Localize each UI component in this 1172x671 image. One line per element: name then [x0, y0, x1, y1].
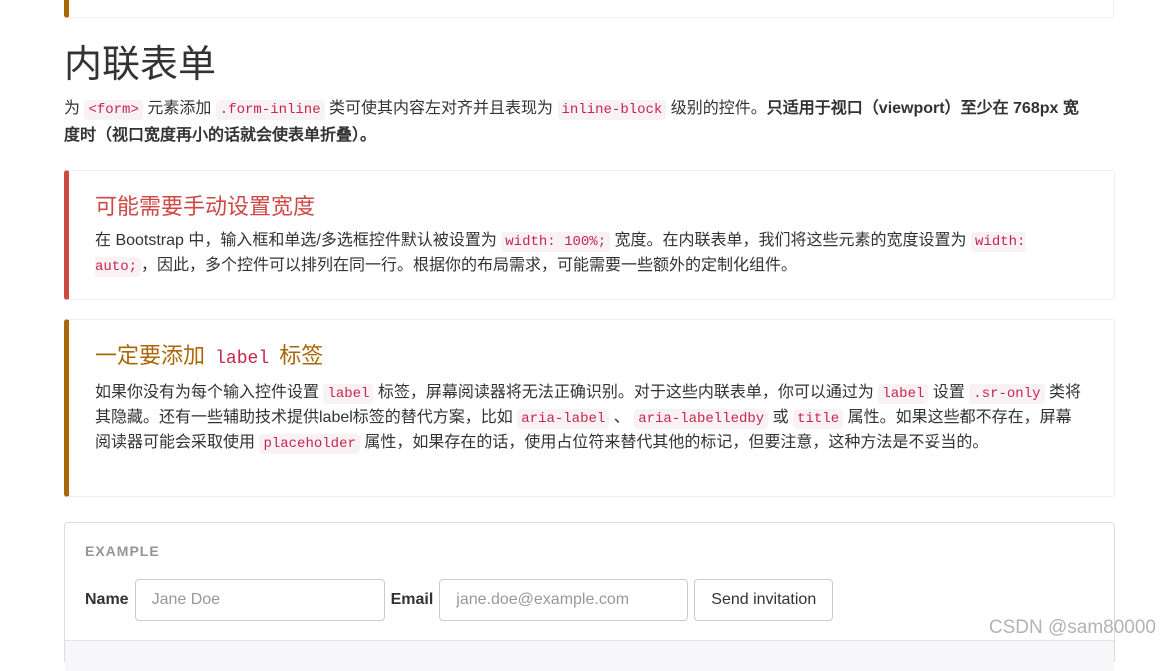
- callout-warning-code-3: .sr-only: [969, 384, 1045, 404]
- callout-warning-code-7: placeholder: [259, 434, 360, 454]
- send-invitation-button[interactable]: Send invitation: [694, 579, 834, 621]
- intro-code-form-inline: .form-inline: [215, 100, 325, 120]
- callout-warning-code-6: title: [793, 409, 844, 429]
- callout-warning-text-2: 标签，屏幕阅读器将无法正确识别。对于这些内联表单，你可以通过为: [373, 384, 879, 401]
- callout-width-warning: 可能需要手动设置宽度 在 Bootstrap 中，输入框和单选/多选框控件默认被…: [64, 170, 1115, 300]
- callout-warning-text-8: 属性，如果存在的话，使用占位符来替代其他的标记，但要注意，这种方法是不妥当的。: [359, 434, 989, 451]
- example-label: EXAMPLE: [85, 543, 160, 559]
- inline-form: Name Email Send invitation: [85, 579, 834, 621]
- callout-warning-code-2: label: [878, 384, 929, 404]
- intro-code-form: <form>: [84, 100, 143, 120]
- callout-label-warning: 一定要添加 label 标签 如果你没有为每个输入控件设置 label 标签，屏…: [64, 319, 1115, 497]
- callout-warning-body: 如果你没有为每个输入控件设置 label 标签，屏幕阅读器将无法正确识别。对于这…: [95, 381, 1084, 456]
- callout-warning-title-pre: 一定要添加: [95, 343, 212, 368]
- callout-danger-body: 在 Bootstrap 中，输入框和单选/多选框控件默认被设置为 width: …: [95, 229, 1084, 279]
- callout-danger-text-1: 在 Bootstrap 中，输入框和单选/多选框控件默认被设置为: [95, 232, 502, 249]
- section-title: 内联表单: [64, 44, 217, 86]
- example-box: EXAMPLE Name Email Send invitation: [64, 522, 1115, 671]
- email-input[interactable]: [439, 579, 689, 621]
- callout-warning-code-5: aria-labelledby: [634, 409, 769, 429]
- callout-warning-text-3: 设置: [928, 384, 970, 401]
- callout-warning-text-5: 、: [609, 409, 635, 426]
- callout-warning-text-1: 如果你没有为每个输入控件设置: [95, 384, 324, 401]
- callout-warning-title-post: 标签: [273, 343, 324, 368]
- callout-warning-title: 一定要添加 label 标签: [95, 340, 1084, 375]
- callout-warning-code-4: aria-label: [517, 409, 610, 429]
- name-label: Name: [85, 591, 129, 608]
- intro-text-2: 元素添加: [142, 100, 216, 117]
- section-intro: 为 <form> 元素添加 .form-inline 类可使其内容左对齐并且表现…: [64, 96, 1094, 148]
- callout-warning-code-1: label: [323, 384, 374, 404]
- callout-danger-title: 可能需要手动设置宽度: [95, 194, 316, 219]
- intro-text-4: 级别的控件。: [666, 100, 767, 117]
- email-label: Email: [390, 591, 434, 608]
- callout-danger-text-3: ，因此，多个控件可以排列在同一行。根据你的布局需求，可能需要一些额外的定制化组件…: [141, 257, 798, 274]
- callout-danger-code-1: width: 100%;: [501, 232, 611, 252]
- example-code-footer: [65, 640, 1114, 671]
- intro-text-1: 为: [64, 100, 85, 117]
- name-input[interactable]: [134, 579, 385, 621]
- intro-text-3: 类可使其内容左对齐并且表现为: [324, 100, 558, 117]
- callout-danger-text-2: 宽度。在内联表单，我们将这些元素的宽度设置为: [610, 232, 972, 249]
- callout-warning-title-code: label: [215, 349, 270, 369]
- intro-code-inline-block: inline-block: [557, 100, 667, 120]
- watermark: CSDN @sam80000: [988, 617, 1156, 638]
- previous-callout: [64, 0, 1114, 18]
- callout-warning-text-6: 或: [768, 409, 794, 426]
